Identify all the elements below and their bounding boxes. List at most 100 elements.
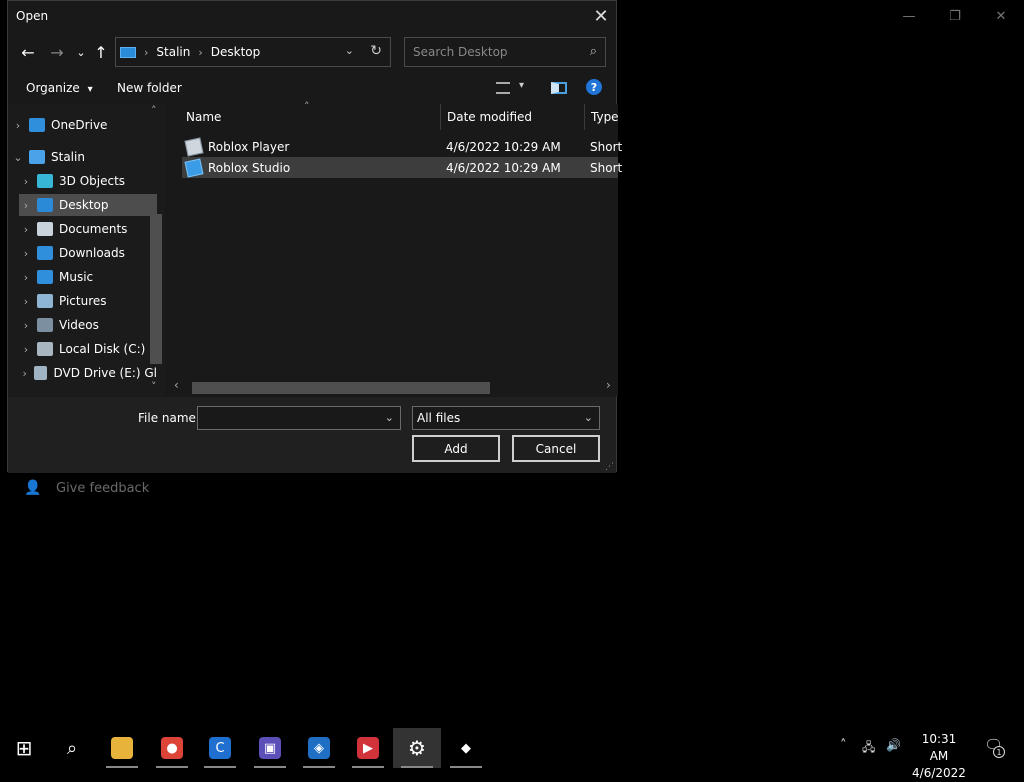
- file-name-input[interactable]: ⌄: [197, 406, 401, 430]
- nav-item-local-disk-c[interactable]: › Local Disk (C:): [19, 338, 157, 360]
- column-header-date-modified[interactable]: Date modified: [447, 110, 532, 124]
- column-divider[interactable]: [440, 104, 441, 130]
- up-button[interactable]: ↑: [90, 41, 112, 63]
- taskbar-video-recorder-button[interactable]: ▶: [344, 728, 392, 768]
- help-icon[interactable]: ?: [586, 79, 602, 95]
- document-icon: [37, 222, 53, 236]
- nav-item-pictures[interactable]: › Pictures: [19, 290, 157, 312]
- nav-item-stalin[interactable]: ⌄ Stalin: [11, 146, 149, 168]
- dialog-footer: File name: ⌄ All files ⌄ Add Cancel ⋰: [8, 397, 616, 473]
- taskbar-start-button[interactable]: ⊞: [0, 728, 48, 768]
- navigation-pane: › OneDrive ⌄ Stalin › 3D Objects › Desktop › Docu…: [8, 104, 165, 396]
- breadcrumb-desktop[interactable]: Desktop: [211, 45, 261, 59]
- nav-item-videos[interactable]: › Videos: [19, 314, 157, 336]
- taskbar-roblox-button[interactable]: ◆: [442, 728, 490, 768]
- scroll-right-icon[interactable]: ›: [606, 378, 611, 392]
- chevron-right-icon[interactable]: ›: [19, 199, 33, 212]
- column-divider[interactable]: [584, 104, 585, 130]
- horizontal-scroll-thumb[interactable]: [192, 382, 490, 394]
- taskbar: ⊞ ⌕ ▬ ● C ▣ ◈ ▶ ⚙ ◆ ˄ 🖧 🔊 10:31 AM 4/6/2022 🗨 1: [0, 728, 1024, 780]
- dialog-close-button[interactable]: ✕: [586, 1, 616, 32]
- nav-item-desktop[interactable]: › Desktop: [19, 194, 157, 216]
- add-button[interactable]: Add: [412, 435, 500, 462]
- preview-pane-icon[interactable]: [551, 82, 567, 94]
- chevron-down-icon[interactable]: ⌄: [385, 411, 394, 424]
- refresh-icon[interactable]: ↻: [370, 43, 382, 59]
- chevron-right-icon[interactable]: ›: [19, 175, 33, 188]
- clock-time: 10:31 AM: [921, 732, 957, 763]
- chevron-right-icon[interactable]: ›: [19, 247, 33, 260]
- resize-grip-icon[interactable]: ⋰: [605, 462, 614, 472]
- cancel-button[interactable]: Cancel: [512, 435, 600, 462]
- chevron-right-icon[interactable]: ›: [19, 223, 33, 236]
- defender-icon: ◈: [308, 737, 330, 759]
- arrow-up-icon: ↑: [94, 42, 108, 62]
- address-bar[interactable]: › Stalin › Desktop ⌄ ↻: [115, 37, 391, 67]
- videos-icon: [37, 318, 53, 332]
- taskbar-defender-button[interactable]: ◈: [295, 728, 343, 768]
- column-header-type[interactable]: Type: [591, 110, 619, 124]
- navigation-scroll-thumb[interactable]: [150, 214, 162, 364]
- file-type-filter-select[interactable]: All files ⌄: [412, 406, 600, 430]
- show-hidden-icons-chevron-icon[interactable]: ˄: [840, 738, 847, 753]
- chevron-right-icon[interactable]: ›: [19, 343, 33, 356]
- file-row[interactable]: Roblox Studio 4/6/2022 10:29 AM Short: [182, 157, 622, 178]
- nav-item-downloads[interactable]: › Downloads: [19, 242, 157, 264]
- minimize-button[interactable]: —: [886, 4, 932, 28]
- chevron-right-icon[interactable]: ›: [19, 319, 33, 332]
- scroll-left-icon[interactable]: ‹: [174, 378, 179, 392]
- organize-button[interactable]: Organize ▾: [26, 81, 93, 95]
- network-icon[interactable]: 🖧: [862, 738, 875, 759]
- taskbar-file-explorer-button[interactable]: ▬: [98, 728, 146, 768]
- scroll-up-icon[interactable]: ˄: [151, 104, 157, 117]
- taskbar-ccleaner-button[interactable]: C: [196, 728, 244, 768]
- taskbar-chrome-button[interactable]: ●: [148, 728, 196, 768]
- chevron-right-icon[interactable]: ›: [19, 271, 33, 284]
- scroll-down-icon[interactable]: ˅: [151, 380, 157, 393]
- file-type: Short: [590, 139, 623, 154]
- window-close-button[interactable]: ✕: [978, 4, 1024, 28]
- command-bar: Organize ▾ New folder ▾ ?: [8, 73, 616, 103]
- breadcrumb-stalin[interactable]: Stalin: [156, 45, 190, 59]
- computer-icon: [29, 150, 45, 164]
- arrow-right-icon: →: [50, 42, 64, 62]
- column-header-name[interactable]: Name: [186, 110, 221, 124]
- dvd-icon: [34, 366, 48, 380]
- taskbar-settings-button[interactable]: ⚙: [393, 728, 441, 768]
- file-row[interactable]: Roblox Player 4/6/2022 10:29 AM Short: [182, 136, 622, 157]
- chevron-right-icon[interactable]: ›: [19, 295, 33, 308]
- dialog-titlebar[interactable]: Open ✕: [8, 1, 616, 32]
- nav-item-onedrive[interactable]: › OneDrive: [11, 114, 149, 136]
- back-button[interactable]: ←: [17, 41, 39, 63]
- chevron-down-icon[interactable]: ⌄: [11, 151, 25, 164]
- nav-item-documents[interactable]: › Documents: [19, 218, 157, 240]
- view-details-icon[interactable]: [496, 82, 510, 94]
- action-center-button[interactable]: 🗨 1: [984, 736, 1005, 758]
- recent-locations-button[interactable]: ⌄: [70, 41, 92, 63]
- taskbar-app-installer-button[interactable]: ▣: [246, 728, 294, 768]
- cube-icon: [37, 174, 53, 188]
- nav-item-music[interactable]: › Music: [19, 266, 157, 288]
- search-icon[interactable]: ⌕: [590, 44, 597, 59]
- chevron-right-icon[interactable]: ›: [19, 367, 30, 380]
- taskbar-clock[interactable]: 10:31 AM 4/6/2022: [912, 731, 966, 782]
- nav-item-label: Stalin: [51, 150, 85, 164]
- file-date: 4/6/2022 10:29 AM: [446, 160, 561, 175]
- dialog-title: Open: [16, 9, 49, 23]
- arrow-left-icon: ←: [21, 42, 35, 62]
- give-feedback-link[interactable]: 👤 Give feedback: [24, 480, 149, 496]
- address-dropdown-icon[interactable]: ⌄: [345, 44, 354, 57]
- nav-item-dvd-drive-e-gl[interactable]: › DVD Drive (E:) Gl: [19, 362, 157, 384]
- nav-item-3d-objects[interactable]: › 3D Objects: [19, 170, 157, 192]
- volume-icon[interactable]: 🔊: [886, 738, 901, 752]
- taskbar-search-button[interactable]: ⌕: [48, 728, 96, 768]
- forward-button[interactable]: →: [46, 41, 68, 63]
- restore-button[interactable]: ❐: [932, 4, 978, 28]
- chevron-right-icon[interactable]: ›: [11, 119, 25, 132]
- view-options-dropdown[interactable]: ▾: [519, 80, 524, 91]
- search-input[interactable]: Search Desktop ⌕: [404, 37, 606, 67]
- new-folder-button[interactable]: New folder: [117, 81, 182, 95]
- horizontal-scrollbar[interactable]: ‹ ›: [172, 378, 618, 394]
- nav-item-label: Music: [59, 270, 94, 284]
- drive-icon: [37, 342, 53, 356]
